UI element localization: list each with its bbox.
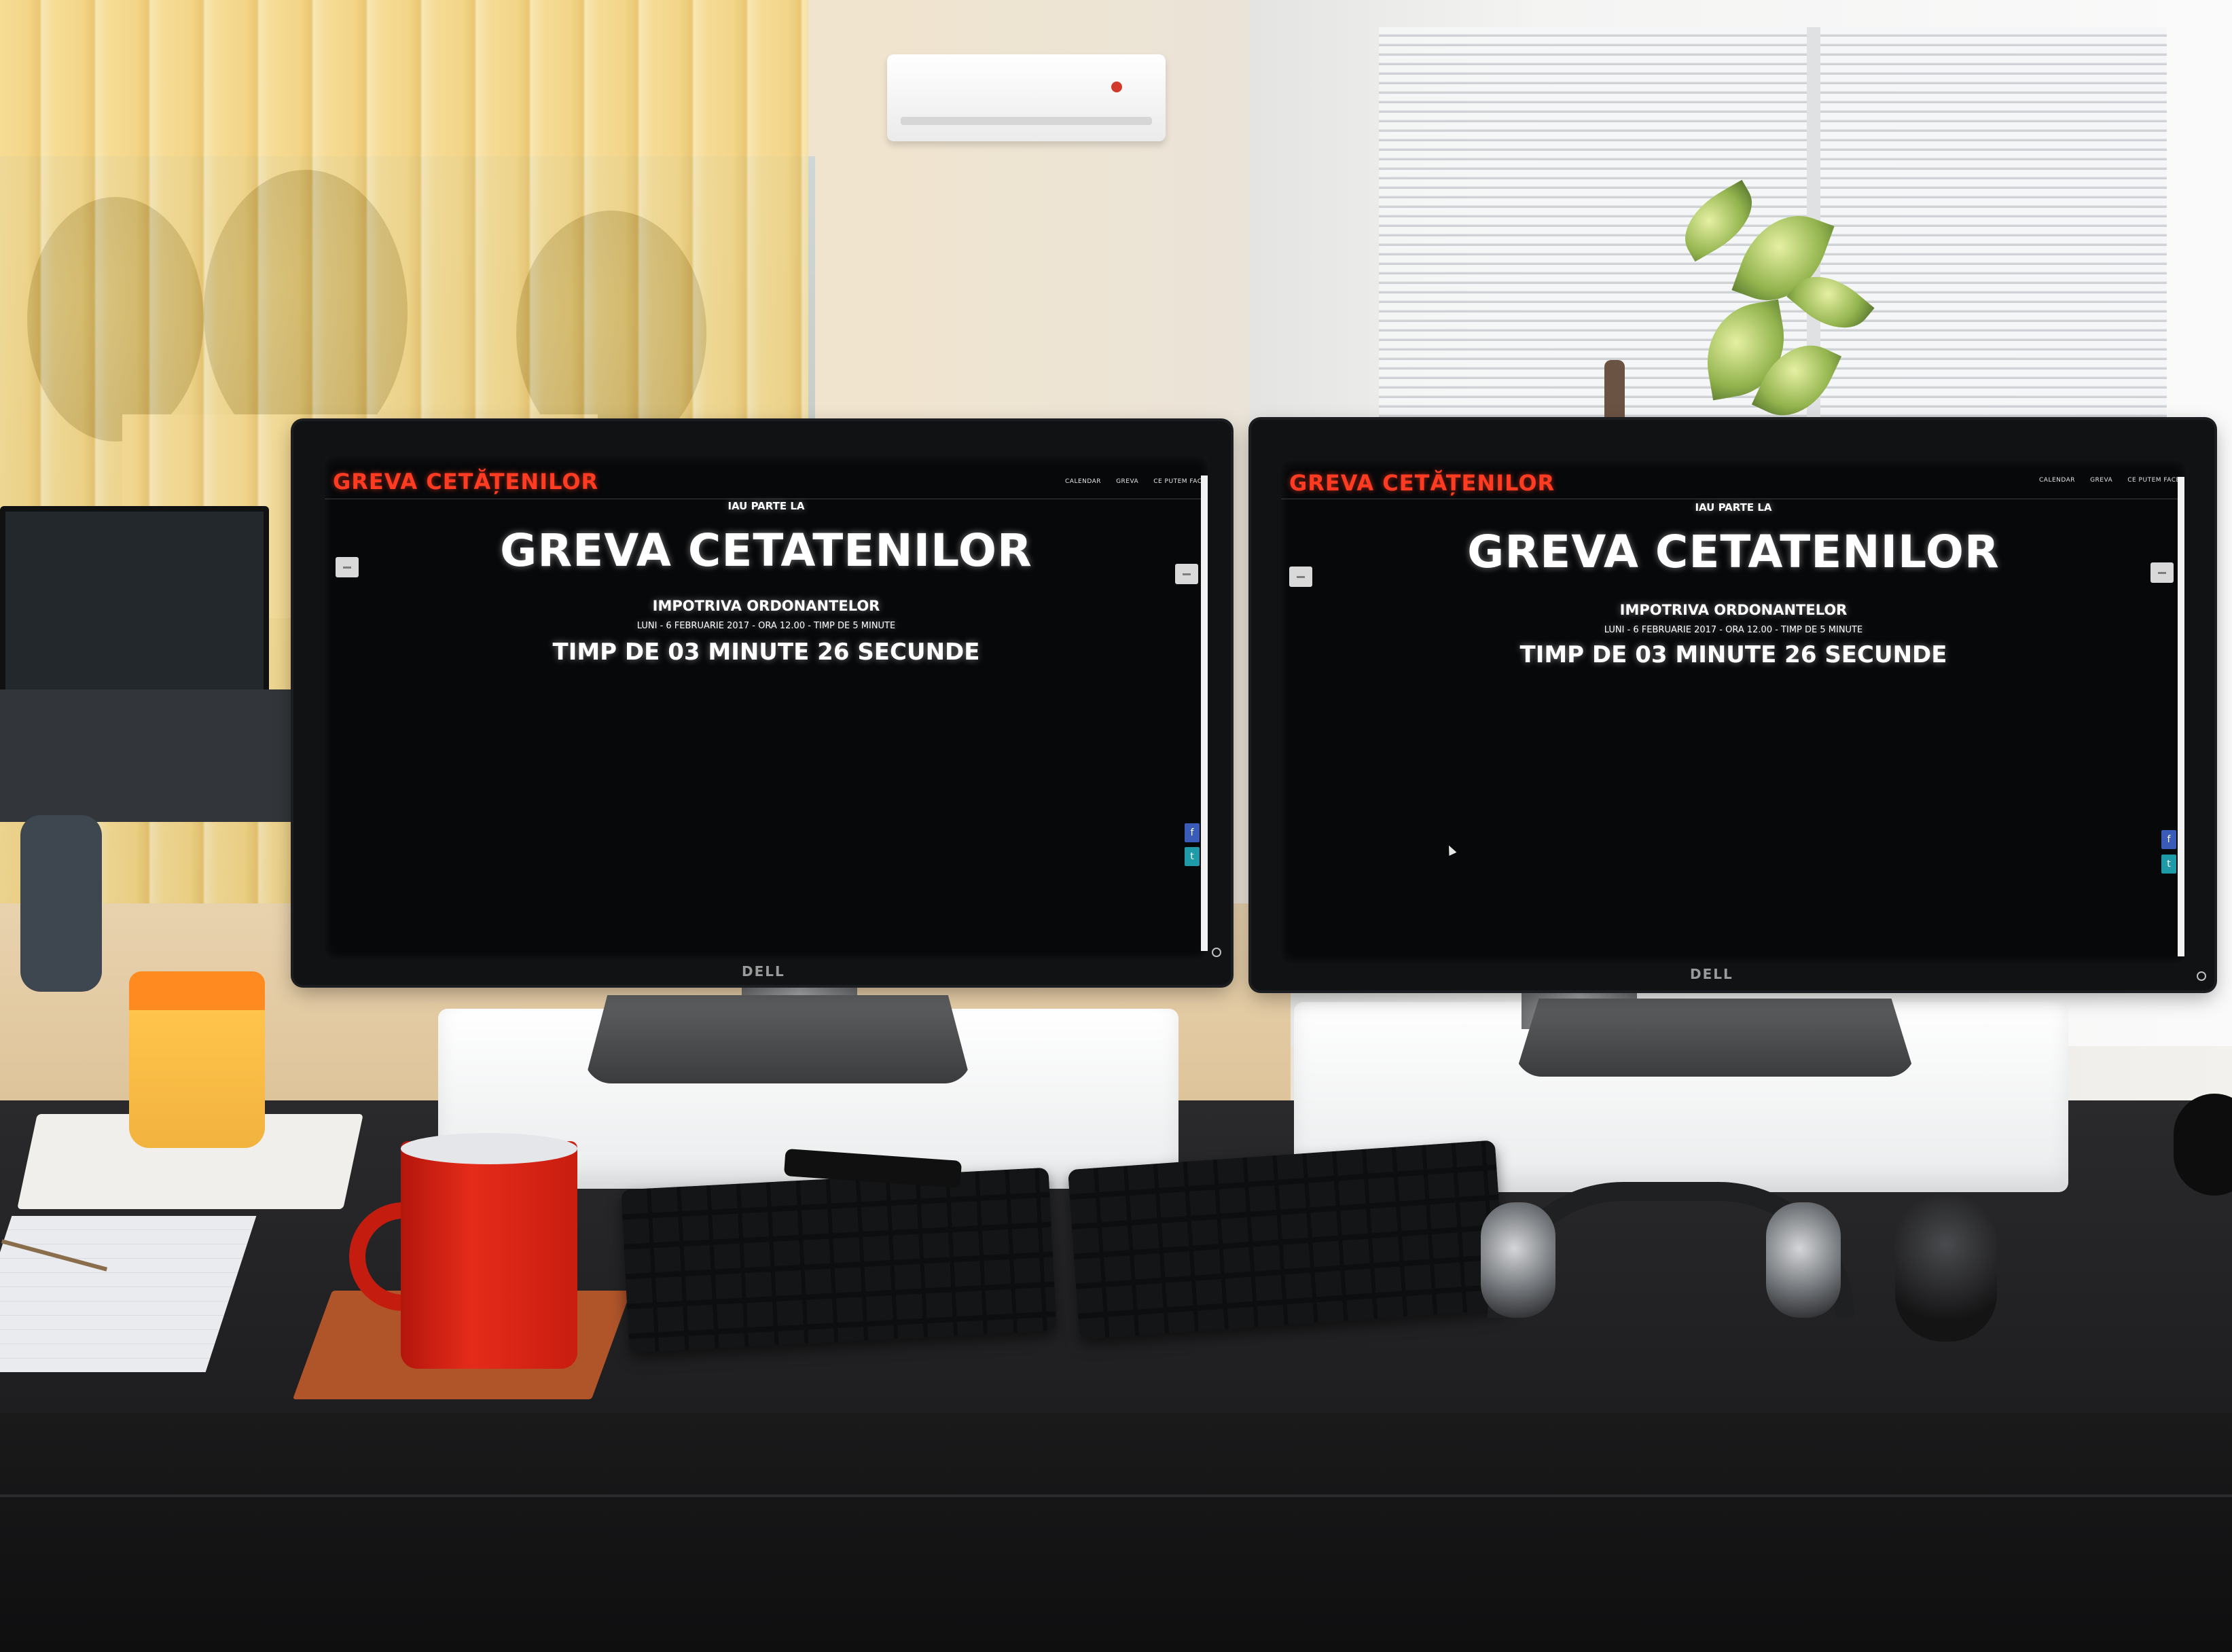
monitor-left: GREVA CETĂȚENILOR CALENDAR GREVA CE PUTE… [293, 421, 1231, 985]
desk-edge [0, 1494, 2232, 1497]
twitter-icon[interactable]: t [1185, 847, 1200, 866]
potted-plant [1657, 170, 1875, 431]
hero-title: GREVA CETATENILOR [1467, 526, 2000, 578]
screen-left: GREVA CETĂȚENILOR CALENDAR GREVA CE PUTE… [325, 456, 1208, 959]
red-mug-rim [401, 1133, 577, 1164]
hero-kicker: IAU PARTE LA [1695, 501, 1772, 514]
hero-title: GREVA CETATENILOR [500, 524, 1032, 577]
orange-cup [129, 971, 265, 1148]
mouse[interactable] [1895, 1192, 1997, 1342]
facebook-icon[interactable]: f [1185, 823, 1200, 842]
desk-object [2174, 1094, 2232, 1196]
twitter-icon[interactable]: t [2161, 855, 2176, 874]
screen-right: GREVA CETĂȚENILOR CALENDAR GREVA CE PUTE… [1281, 461, 2186, 963]
power-icon[interactable] [1212, 948, 1221, 957]
monitor-brand: DELL [742, 963, 785, 980]
red-mug [401, 1141, 577, 1369]
minus-icon[interactable] [1289, 567, 1312, 587]
scrollbar[interactable] [2178, 477, 2184, 956]
hero-details: LUNI - 6 FEBRUARIE 2017 - ORA 12.00 - TI… [636, 621, 896, 631]
monitor-stand-base-right [1515, 999, 1915, 1077]
countdown-timer: TIMP DE 03 MINUTE 26 SECUNDE [552, 639, 980, 666]
background-person [20, 815, 102, 992]
hero-kicker: IAU PARTE LA [727, 500, 805, 512]
nav-ce-putem-face[interactable]: CE PUTEM FACE [1153, 478, 1206, 485]
site-nav: CALENDAR GREVA CE PUTEM FACE [2039, 477, 2180, 484]
background-desk [0, 689, 299, 822]
keyboard-right-half[interactable] [1068, 1140, 1507, 1340]
minus-icon[interactable] [2150, 562, 2174, 583]
monitor-brand: DELL [1690, 966, 1733, 982]
cursor-icon [1445, 844, 1457, 856]
keyboard-left-half[interactable] [621, 1167, 1057, 1353]
power-icon[interactable] [2197, 971, 2206, 981]
minus-icon[interactable] [336, 557, 359, 577]
background-monitor [0, 506, 269, 721]
nav-calendar[interactable]: CALENDAR [2039, 477, 2075, 484]
site-logo[interactable]: GREVA CETĂȚENILOR [333, 469, 598, 495]
site-nav: CALENDAR GREVA CE PUTEM FACE [1065, 478, 1206, 485]
desk-front [0, 1413, 2232, 1652]
ac-indicator-light [1111, 82, 1122, 92]
facebook-icon[interactable]: f [2161, 830, 2176, 849]
air-conditioner [887, 54, 1166, 141]
nav-greva[interactable]: GREVA [2090, 477, 2112, 484]
hero-subtitle: IMPOTRIVA ORDONANTELOR [652, 598, 880, 614]
nav-calendar[interactable]: CALENDAR [1065, 478, 1101, 485]
nav-greva[interactable]: GREVA [1116, 478, 1138, 485]
scrollbar[interactable] [1201, 475, 1208, 951]
ac-vent [901, 117, 1152, 125]
site-logo[interactable]: GREVA CETĂȚENILOR [1289, 470, 1555, 496]
headphone-earcup [1766, 1202, 1841, 1318]
hero-subtitle: IMPOTRIVA ORDONANTELOR [1619, 602, 1848, 618]
monitor-right: GREVA CETĂȚENILOR CALENDAR GREVA CE PUTE… [1251, 420, 2214, 990]
minus-icon[interactable] [1175, 564, 1198, 584]
hero-details: LUNI - 6 FEBRUARIE 2017 - ORA 12.00 - TI… [1604, 625, 1863, 635]
monitor-stand-base-left [584, 995, 971, 1083]
nav-ce-putem-face[interactable]: CE PUTEM FACE [2127, 477, 2180, 484]
countdown-timer: TIMP DE 03 MINUTE 26 SECUNDE [1519, 641, 1947, 668]
headphone-earcup [1481, 1202, 1555, 1318]
